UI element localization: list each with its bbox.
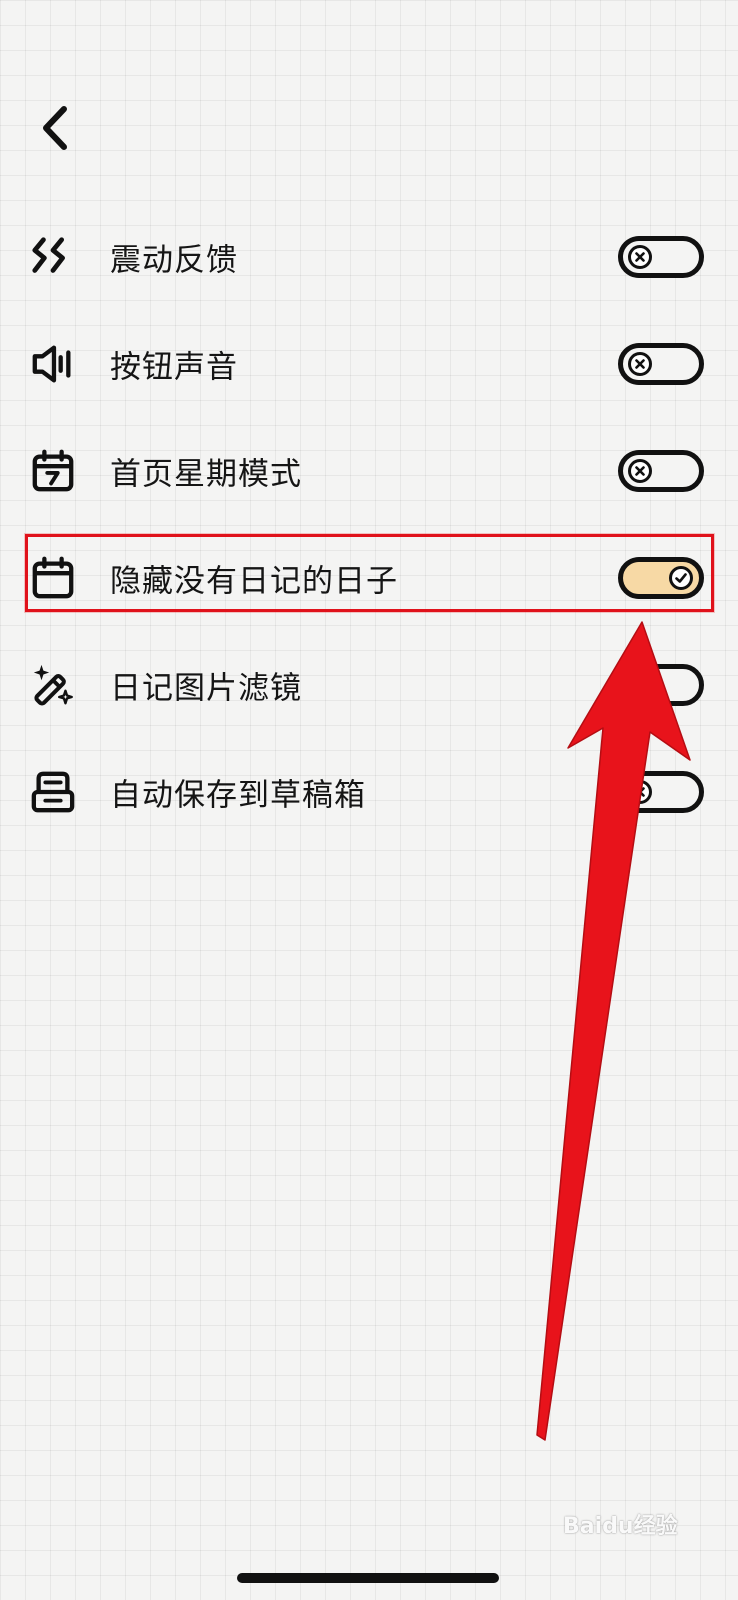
close-icon bbox=[628, 458, 652, 483]
setting-row-week-mode: 首页星期模式 bbox=[0, 417, 738, 524]
setting-label: 按钮声音 bbox=[110, 349, 238, 385]
inbox-tray-icon bbox=[30, 769, 76, 815]
home-indicator bbox=[237, 1573, 499, 1583]
close-icon bbox=[628, 244, 652, 269]
setting-label: 隐藏没有日记的日子 bbox=[110, 563, 398, 599]
calendar-icon bbox=[30, 555, 76, 601]
setting-label: 震动反馈 bbox=[110, 242, 238, 278]
magic-wand-icon bbox=[30, 662, 76, 708]
settings-list: 震动反馈 按钮声音 首页星期模式 隐藏没有日记的日子 日记图片滤镜 自动保存到草… bbox=[0, 203, 738, 845]
calendar-week-icon bbox=[30, 448, 76, 494]
setting-row-button-sound: 按钮声音 bbox=[0, 310, 738, 417]
close-icon bbox=[628, 779, 652, 804]
setting-row-vibration-feedback: 震动反馈 bbox=[0, 203, 738, 310]
close-icon bbox=[628, 672, 652, 697]
setting-label: 日记图片滤镜 bbox=[110, 670, 302, 706]
setting-row-hide-empty-days: 隐藏没有日记的日子 bbox=[0, 524, 738, 631]
close-icon bbox=[628, 351, 652, 376]
photo-filter-toggle[interactable] bbox=[618, 663, 704, 706]
baidu-watermark: Baidu经验 bbox=[563, 1514, 678, 1539]
setting-row-auto-save-draft: 自动保存到草稿箱 bbox=[0, 738, 738, 845]
button-sound-toggle[interactable] bbox=[618, 342, 704, 385]
setting-label: 首页星期模式 bbox=[110, 456, 302, 492]
chevron-left-icon bbox=[43, 106, 67, 150]
speaker-icon bbox=[30, 341, 76, 387]
auto-save-draft-toggle[interactable] bbox=[618, 770, 704, 813]
check-icon bbox=[669, 565, 693, 590]
setting-label: 自动保存到草稿箱 bbox=[110, 777, 366, 813]
setting-row-photo-filter: 日记图片滤镜 bbox=[0, 631, 738, 738]
vibration-feedback-toggle[interactable] bbox=[618, 235, 704, 278]
hide-empty-days-toggle[interactable] bbox=[618, 556, 704, 599]
vibration-icon bbox=[30, 234, 76, 280]
back-button[interactable] bbox=[30, 100, 78, 156]
week-mode-toggle[interactable] bbox=[618, 449, 704, 492]
